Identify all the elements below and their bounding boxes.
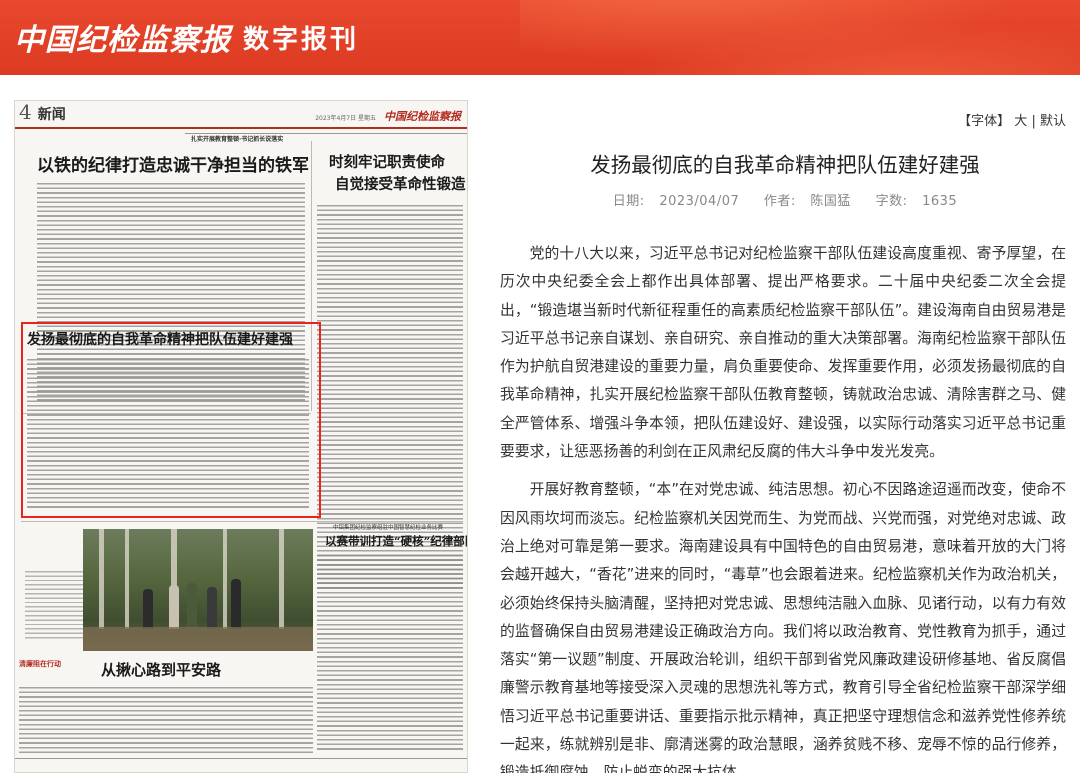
font-separator: | bbox=[1031, 114, 1036, 129]
logo-sub-text: 数字报刊 bbox=[243, 24, 360, 55]
font-size-control: 【字体】 大 | 默认 bbox=[958, 110, 1066, 129]
article-headline-2a[interactable]: 时刻牢记职责使命 bbox=[329, 151, 445, 172]
section-tag: 清廉阻在行动 bbox=[19, 660, 61, 668]
article-text-5 bbox=[19, 687, 313, 753]
current-article-highlight[interactable] bbox=[21, 322, 321, 518]
article-headline-2b[interactable]: 自觉接受革命性锻造 bbox=[335, 173, 466, 194]
author-label: 作者: bbox=[763, 194, 796, 209]
header-decoration bbox=[520, 0, 1080, 75]
page-footer bbox=[15, 758, 467, 772]
article-headline-4[interactable]: 以赛带训打造“硬核”纪律部队 bbox=[325, 533, 467, 549]
article-body: 党的十八大以来，习近平总书记对纪检监察干部队伍建设高度重视、寄予厚望，在历次中央… bbox=[500, 240, 1066, 773]
row-rule-2 bbox=[21, 521, 463, 522]
article-meta: 日期: 2023/04/07 作者: 陈国猛 字数: 1635 bbox=[490, 190, 1080, 209]
newspaper-page[interactable]: 4 新闻 2023年4月7日 星期五 中国纪检监察报 扎实开展教育整顿·书记抓长… bbox=[14, 100, 468, 773]
photo-caption bbox=[25, 571, 83, 639]
article-word-count: 1635 bbox=[922, 194, 958, 209]
site-logo[interactable]: 中国纪检监察报 数字报刊 bbox=[14, 12, 359, 62]
page-banner: 扎实开展教育整顿·书记抓长说落实 bbox=[185, 133, 467, 143]
page-masthead: 中国纪检监察报 bbox=[384, 110, 461, 123]
article-kicker-4: 中铝集团纪检监察组驻中国智慧纪检业务比赛 bbox=[333, 525, 444, 531]
page-header: 4 新闻 2023年4月7日 星期五 中国纪检监察报 bbox=[15, 101, 467, 129]
date-label: 日期: bbox=[612, 194, 645, 209]
article-headline-1[interactable]: 以铁的纪律打造忠诚干净担当的铁军 bbox=[37, 151, 309, 176]
font-large-button[interactable]: 大 bbox=[1014, 110, 1027, 129]
article-headline-5[interactable]: 从揪心路到平安路 bbox=[101, 659, 221, 680]
news-photo[interactable] bbox=[83, 529, 313, 651]
logo-main-text: 中国纪检监察报 bbox=[14, 23, 231, 58]
font-label: 【字体】 bbox=[958, 114, 1011, 129]
font-default-button[interactable]: 默认 bbox=[1040, 110, 1066, 129]
page-section: 新闻 bbox=[37, 107, 66, 123]
article-paragraph: 开展好教育整顿，“本”在对党忠诚、纯洁思想。初心不因路途迢遥而改变，使命不因风雨… bbox=[500, 481, 1066, 773]
article-author: 陈国猛 bbox=[810, 194, 851, 209]
article-text-4 bbox=[317, 555, 463, 751]
article-title: 发扬最彻底的自我革命精神把队伍建好建强 bbox=[590, 153, 980, 177]
page-date: 2023年4月7日 星期五 bbox=[315, 115, 376, 122]
page-number: 4 bbox=[19, 100, 32, 124]
article-date: 2023/04/07 bbox=[659, 194, 740, 209]
article-paragraph: 党的十八大以来，习近平总书记对纪检监察干部队伍建设高度重视、寄予厚望，在历次中央… bbox=[500, 245, 1066, 461]
site-header: 中国纪检监察报 数字报刊 bbox=[0, 0, 1080, 75]
words-label: 字数: bbox=[875, 194, 908, 209]
